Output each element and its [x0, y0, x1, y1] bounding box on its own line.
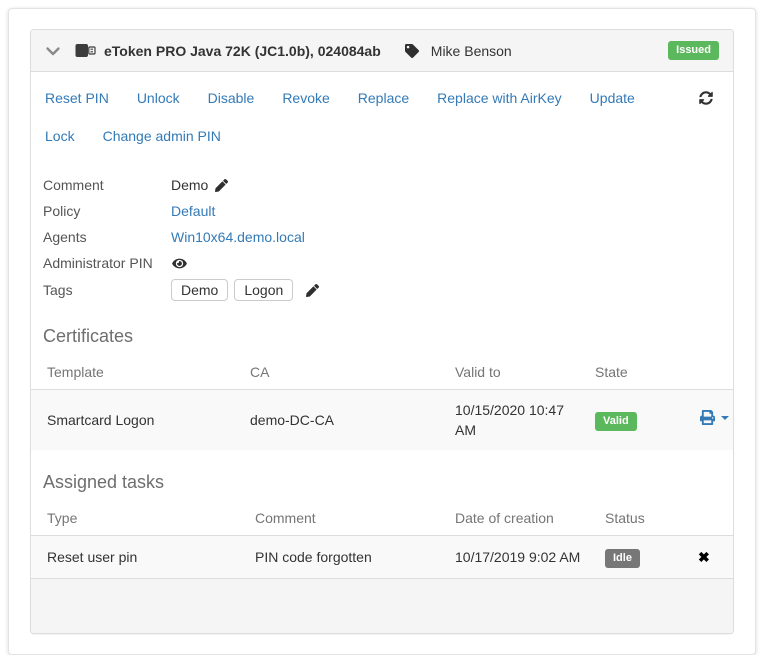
cert-state-badge: Valid — [595, 412, 637, 431]
comment-label: Comment — [43, 177, 171, 193]
tags-label: Tags — [43, 282, 171, 298]
col-date-of-creation: Date of creation — [447, 501, 597, 536]
cert-state-cell: Valid — [587, 390, 692, 451]
replace-with-airkey-button[interactable]: Replace with AirKey — [423, 82, 576, 114]
token-panel-header: eToken PRO Java 72K (JC1.0b), 024084ab M… — [31, 30, 733, 72]
policy-link[interactable]: Default — [171, 203, 215, 219]
show-admin-pin-eye-icon[interactable] — [171, 257, 188, 270]
comment-value: Demo — [171, 177, 208, 193]
tag-icon — [405, 44, 419, 58]
col-template: Template — [31, 355, 242, 390]
agents-label: Agents — [43, 229, 171, 245]
print-certificate-dropdown[interactable] — [700, 410, 729, 425]
collapse-chevron-down-icon[interactable] — [45, 43, 61, 59]
cert-ca-cell: demo-DC-CA — [242, 390, 447, 451]
agent-link[interactable]: Win10x64.demo.local — [171, 229, 305, 245]
disable-button[interactable]: Disable — [194, 82, 269, 114]
token-title: eToken PRO Java 72K (JC1.0b), 024084ab — [104, 43, 381, 59]
col-task-actions — [690, 501, 733, 536]
actions-row-1: Reset PIN Unlock Disable Revoke Replace … — [31, 82, 729, 114]
owner-name: Mike Benson — [431, 43, 512, 59]
lock-button[interactable]: Lock — [31, 120, 89, 152]
reset-pin-button[interactable]: Reset PIN — [31, 82, 123, 114]
status-badge: Issued — [668, 41, 719, 60]
unlock-button[interactable]: Unlock — [123, 82, 194, 114]
tag-chip: Demo — [171, 279, 228, 301]
task-row: Reset user pin PIN code forgotten 10/17/… — [31, 536, 733, 579]
change-admin-pin-button[interactable]: Change admin PIN — [89, 120, 235, 152]
revoke-button[interactable]: Revoke — [268, 82, 343, 114]
cancel-task-x-icon[interactable]: ✖ — [698, 550, 710, 564]
col-cert-actions — [692, 355, 733, 390]
actions-toolbar: Reset PIN Unlock Disable Revoke Replace … — [31, 72, 733, 152]
certificates-table: Template CA Valid to State Smartcard Log… — [31, 355, 733, 450]
col-valid-to: Valid to — [447, 355, 587, 390]
property-comment: Comment Demo — [43, 172, 733, 198]
task-actions-cell: ✖ — [690, 536, 733, 579]
assigned-tasks-section-title: Assigned tasks — [43, 472, 733, 493]
policy-label: Policy — [43, 203, 171, 219]
task-status-cell: Idle — [597, 536, 690, 579]
token-properties: Comment Demo Policy Default Agents Win10… — [43, 172, 733, 304]
col-type: Type — [31, 501, 247, 536]
token-details-card: eToken PRO Java 72K (JC1.0b), 024084ab M… — [8, 8, 756, 655]
col-comment: Comment — [247, 501, 447, 536]
usb-token-icon — [75, 43, 96, 58]
tag-chip: Logon — [234, 279, 293, 301]
token-panel: eToken PRO Java 72K (JC1.0b), 024084ab M… — [30, 29, 734, 634]
admin-pin-label: Administrator PIN — [43, 255, 171, 271]
panel-footer — [31, 578, 733, 633]
task-type-cell: Reset user pin — [31, 536, 247, 579]
cert-actions-cell — [692, 390, 733, 451]
assigned-tasks-table: Type Comment Date of creation Status Res… — [31, 501, 733, 578]
actions-row-2: Lock Change admin PIN — [31, 120, 729, 152]
task-date-cell: 10/17/2019 9:02 AM — [447, 536, 597, 579]
task-status-badge: Idle — [605, 549, 640, 568]
refresh-icon[interactable] — [699, 91, 713, 105]
certificates-header-row: Template CA Valid to State — [31, 355, 733, 390]
replace-button[interactable]: Replace — [344, 82, 423, 114]
tasks-header-row: Type Comment Date of creation Status — [31, 501, 733, 536]
caret-down-icon — [721, 416, 729, 420]
property-agents: Agents Win10x64.demo.local — [43, 224, 733, 250]
owner: Mike Benson — [405, 43, 512, 59]
col-status: Status — [597, 501, 690, 536]
property-admin-pin: Administrator PIN — [43, 250, 733, 276]
cert-valid-to-cell: 10/15/2020 10:47 AM — [447, 390, 587, 451]
col-ca: CA — [242, 355, 447, 390]
certificates-section-title: Certificates — [43, 326, 733, 347]
certificate-row: Smartcard Logon demo-DC-CA 10/15/2020 10… — [31, 390, 733, 451]
cert-template-cell: Smartcard Logon — [31, 390, 242, 451]
col-state: State — [587, 355, 692, 390]
task-comment-cell: PIN code forgotten — [247, 536, 447, 579]
update-button[interactable]: Update — [576, 82, 649, 114]
property-policy: Policy Default — [43, 198, 733, 224]
edit-tags-pencil-icon[interactable] — [306, 284, 319, 297]
edit-comment-pencil-icon[interactable] — [215, 179, 228, 192]
property-tags: Tags Demo Logon — [43, 276, 733, 304]
printer-icon — [700, 410, 715, 425]
